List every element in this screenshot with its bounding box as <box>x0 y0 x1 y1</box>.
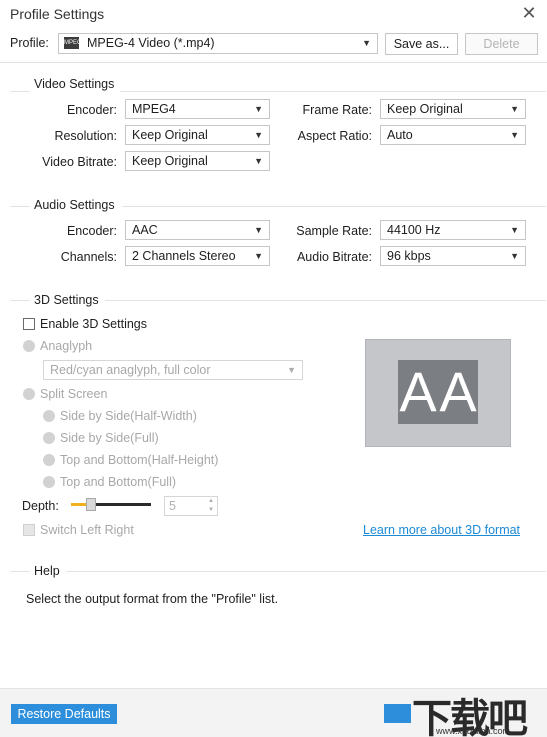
help-text: Select the output format from the "Profi… <box>26 592 279 606</box>
window-title: Profile Settings <box>10 6 105 22</box>
video-encoder-label: Encoder: <box>66 103 117 117</box>
split-option-radio[interactable] <box>43 454 55 466</box>
sample-rate-label: Sample Rate: <box>296 224 372 238</box>
enable-3d-checkbox[interactable] <box>23 318 35 330</box>
split-option-label: Side by Side(Full) <box>60 431 159 445</box>
video-encoder-select[interactable]: MPEG4 ▼ <box>125 99 270 119</box>
split-option-radio[interactable] <box>43 476 55 488</box>
frame-rate-select[interactable]: Keep Original ▼ <box>380 99 526 119</box>
audio-encoder-select[interactable]: AAC ▼ <box>125 220 270 240</box>
channels-select[interactable]: 2 Channels Stereo ▼ <box>125 246 270 266</box>
split-option-radio[interactable] <box>43 410 55 422</box>
audio-settings-title: Audio Settings <box>34 198 115 212</box>
anaglyph-select[interactable]: Red/cyan anaglyph, full color ▼ <box>43 360 303 380</box>
section-rule <box>10 571 30 572</box>
learn-more-3d-link[interactable]: Learn more about 3D format <box>363 523 520 537</box>
aspect-ratio-select[interactable]: Auto ▼ <box>380 125 526 145</box>
chevron-down-icon: ▼ <box>254 130 263 140</box>
preview-letter: A <box>438 360 478 424</box>
section-rule <box>10 91 30 92</box>
spin-arrows-icon[interactable]: ▲ ▼ <box>208 497 214 515</box>
3d-preview: A A <box>365 339 511 447</box>
frame-rate-value: Keep Original <box>387 102 463 116</box>
sample-rate-select[interactable]: 44100 Hz ▼ <box>380 220 526 240</box>
close-icon[interactable]: ✕ <box>520 3 538 23</box>
video-encoder-value: MPEG4 <box>132 102 176 116</box>
aspect-ratio-label: Aspect Ratio: <box>297 129 372 143</box>
ok-button[interactable] <box>384 704 411 723</box>
section-rule <box>105 300 546 301</box>
chevron-down-icon: ▼ <box>287 365 296 375</box>
split-screen-radio[interactable] <box>23 388 35 400</box>
chevron-down-icon: ▼ <box>510 251 519 261</box>
depth-label: Depth: <box>22 499 59 513</box>
profile-select-value: MPEG-4 Video (*.mp4) <box>87 36 215 50</box>
chevron-down-icon: ▼ <box>254 156 263 166</box>
anaglyph-radio[interactable] <box>23 340 35 352</box>
audio-bitrate-label: Audio Bitrate: <box>296 250 372 264</box>
profile-select[interactable]: MPEG MPEG-4 Video (*.mp4) ▼ <box>58 33 378 54</box>
chevron-down-icon: ▼ <box>254 225 263 235</box>
restore-defaults-button[interactable]: Restore Defaults <box>11 704 117 724</box>
video-bitrate-value: Keep Original <box>132 154 208 168</box>
anaglyph-label: Anaglyph <box>40 339 93 353</box>
depth-value: 5 <box>169 499 176 513</box>
sample-rate-value: 44100 Hz <box>387 223 441 237</box>
resolution-select[interactable]: Keep Original ▼ <box>125 125 270 145</box>
aspect-ratio-value: Auto <box>387 128 413 142</box>
section-rule <box>10 206 30 207</box>
channels-value: 2 Channels Stereo <box>132 249 236 263</box>
3d-settings-title: 3D Settings <box>34 293 99 307</box>
split-option-label: Top and Bottom(Full) <box>60 475 177 489</box>
mpeg4-icon: MPEG <box>64 37 82 49</box>
split-option-label: Side by Side(Half-Width) <box>60 409 197 423</box>
resolution-value: Keep Original <box>132 128 208 142</box>
video-bitrate-label: Video Bitrate: <box>42 155 117 169</box>
split-option-label: Top and Bottom(Half-Height) <box>60 453 219 467</box>
divider <box>0 62 547 63</box>
chevron-down-icon: ▼ <box>254 251 263 261</box>
audio-encoder-value: AAC <box>132 223 158 237</box>
switch-left-right-label: Switch Left Right <box>40 523 134 537</box>
frame-rate-label: Frame Rate: <box>302 103 372 117</box>
depth-spinbox[interactable]: 5 ▲ ▼ <box>164 496 218 516</box>
audio-encoder-label: Encoder: <box>66 224 117 238</box>
video-settings-title: Video Settings <box>34 77 115 91</box>
chevron-down-icon: ▼ <box>510 225 519 235</box>
section-rule <box>122 206 546 207</box>
chevron-down-icon: ▼ <box>254 104 263 114</box>
split-option-radio[interactable] <box>43 432 55 444</box>
depth-slider-thumb[interactable] <box>86 498 96 511</box>
split-screen-label: Split Screen <box>40 387 108 401</box>
watermark-url: www.xiazaiba.com <box>436 726 511 736</box>
anaglyph-value: Red/cyan anaglyph, full color <box>50 363 211 377</box>
profile-label: Profile: <box>10 36 49 50</box>
delete-button[interactable]: Delete <box>465 33 538 55</box>
section-rule <box>120 91 546 92</box>
section-rule <box>66 571 546 572</box>
audio-bitrate-select[interactable]: 96 kbps ▼ <box>380 246 526 266</box>
switch-left-right-checkbox[interactable] <box>23 524 35 536</box>
chevron-down-icon: ▼ <box>510 104 519 114</box>
chevron-down-icon: ▼ <box>362 38 371 48</box>
help-title: Help <box>34 564 60 578</box>
section-rule <box>10 300 30 301</box>
chevron-down-icon: ▼ <box>510 130 519 140</box>
enable-3d-label: Enable 3D Settings <box>40 317 148 331</box>
save-as-button[interactable]: Save as... <box>385 33 458 55</box>
resolution-label: Resolution: <box>54 129 117 143</box>
preview-letter: A <box>398 360 438 424</box>
audio-bitrate-value: 96 kbps <box>387 249 431 263</box>
channels-label: Channels: <box>60 250 117 264</box>
video-bitrate-select[interactable]: Keep Original ▼ <box>125 151 270 171</box>
